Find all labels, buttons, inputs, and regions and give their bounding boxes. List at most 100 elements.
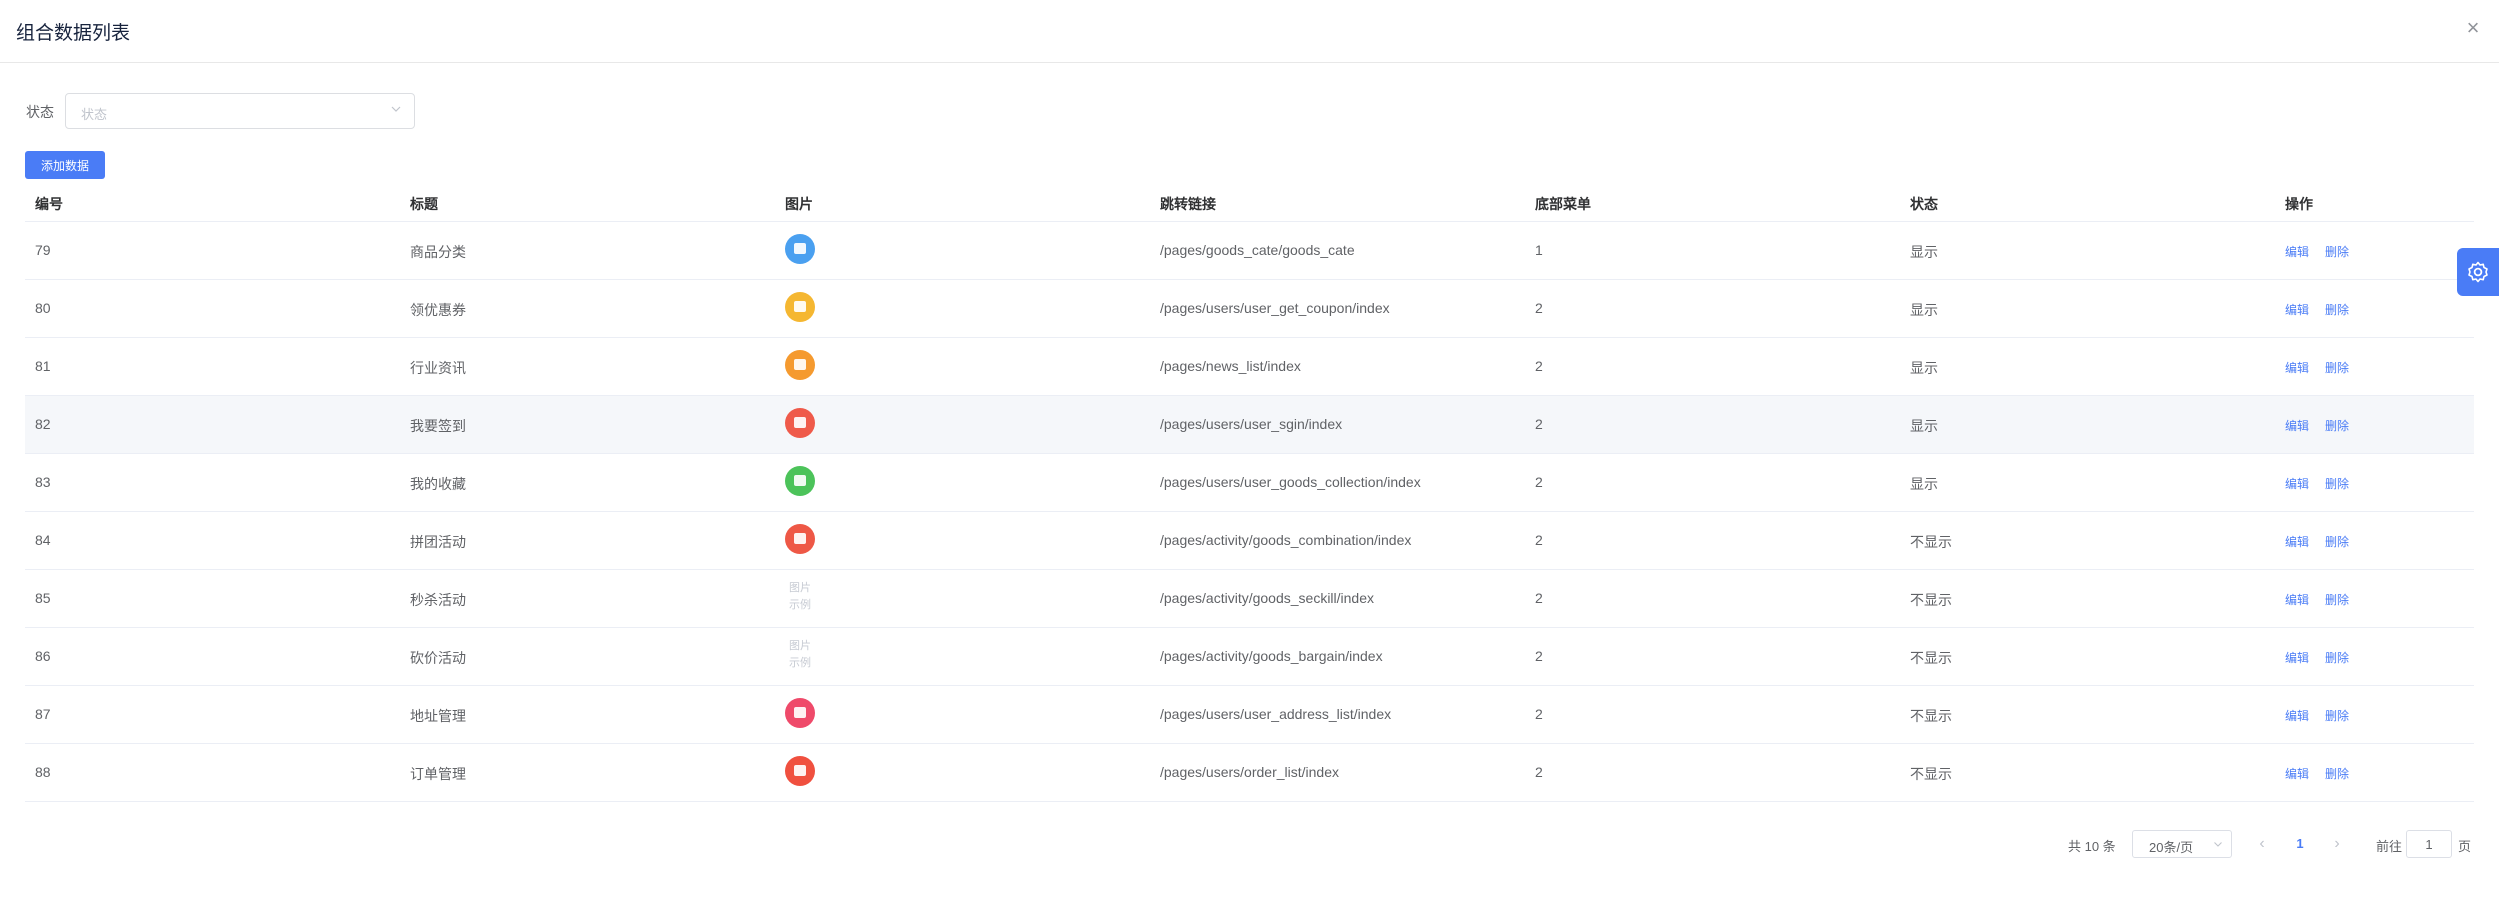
table-body: 79 商品分类/pages/goods_cate/goods_cate 1 显示 编辑删… — [25, 222, 2474, 802]
image-placeholder-icon: 图片 示例 — [789, 640, 811, 669]
prev-page-button[interactable]: ‹ — [2248, 830, 2276, 858]
row-bottom-menu: 2 — [1535, 300, 1543, 316]
row-link: /pages/activity/goods_bargain/index — [1160, 648, 1383, 664]
page-size-value: 20条/页 — [2149, 840, 2194, 855]
row-id: 84 — [35, 532, 51, 548]
edit-link[interactable]: 编辑 — [2285, 245, 2309, 259]
row-bottom-menu: 2 — [1535, 474, 1543, 490]
row-bottom-menu: 2 — [1535, 532, 1543, 548]
row-actions: 编辑 删除 — [2285, 649, 2365, 666]
gear-icon — [2468, 261, 2488, 283]
header-id: 编号 — [35, 196, 63, 212]
delete-link[interactable]: 删除 — [2325, 303, 2349, 317]
row-link: /pages/users/user_sgin/index — [1160, 416, 1343, 432]
header-title: 标题 — [410, 196, 438, 212]
row-id: 86 — [35, 648, 51, 664]
delete-link[interactable]: 删除 — [2325, 651, 2349, 665]
row-id: 79 — [35, 242, 51, 258]
table-row: 86 砍价活动 图片 示例/pages/activity/goods_bargain… — [25, 628, 2474, 686]
settings-float-button[interactable] — [2457, 248, 2499, 296]
row-actions: 编辑 删除 — [2285, 533, 2365, 550]
table-header: 编号 标题 图片 跳转链接 底部菜单 状态 操作 — [25, 184, 2474, 222]
goto-prefix: 前往 — [2376, 839, 2403, 854]
row-status: 显示 — [1910, 476, 1938, 492]
page-size-select[interactable]: 20条/页 — [2132, 830, 2232, 858]
row-title: 订单管理 — [410, 766, 466, 782]
table-row: 81 行业资讯/pages/news_list/index 2 显示 编辑 删除 — [25, 338, 2474, 396]
delete-link[interactable]: 删除 — [2325, 767, 2349, 781]
shop-icon — [785, 234, 815, 264]
page-number-1[interactable]: 1 — [2286, 830, 2314, 858]
row-actions: 编辑 删除 — [2285, 417, 2365, 434]
row-link: /pages/users/order_list/index — [1160, 764, 1339, 780]
delete-link[interactable]: 删除 — [2325, 709, 2349, 723]
edit-link[interactable]: 编辑 — [2285, 419, 2309, 433]
table-row: 87 地址管理/pages/users/user_address_list/ind… — [25, 686, 2474, 744]
row-status: 不显示 — [1910, 708, 1952, 724]
location-icon — [785, 698, 815, 728]
row-bottom-menu: 2 — [1535, 358, 1543, 374]
delete-link[interactable]: 删除 — [2325, 593, 2349, 607]
goto-page-input[interactable] — [2406, 830, 2452, 858]
row-title: 商品分类 — [410, 244, 466, 260]
table-row: 80 领优惠券/pages/users/user_get_coupon/index… — [25, 280, 2474, 338]
row-id: 83 — [35, 474, 51, 490]
row-bottom-menu: 2 — [1535, 648, 1543, 664]
add-data-button[interactable]: 添加数据 — [25, 151, 105, 179]
delete-link[interactable]: 删除 — [2325, 477, 2349, 491]
edit-link[interactable]: 编辑 — [2285, 477, 2309, 491]
row-link: /pages/activity/goods_combination/index — [1160, 532, 1412, 548]
delete-link[interactable]: 删除 — [2325, 535, 2349, 549]
row-actions: 编辑 删除 — [2285, 707, 2365, 724]
row-status: 显示 — [1910, 360, 1938, 376]
edit-link[interactable]: 编辑 — [2285, 535, 2309, 549]
row-bottom-menu: 2 — [1535, 706, 1543, 722]
edit-link[interactable]: 编辑 — [2285, 651, 2309, 665]
row-actions: 编辑 删除 — [2285, 765, 2365, 782]
row-link: /pages/users/user_goods_collection/index — [1160, 474, 1421, 490]
dialog-header: 组合数据列表 × — [0, 0, 2499, 63]
row-actions: 编辑 删除 — [2285, 301, 2365, 318]
edit-link[interactable]: 编辑 — [2285, 767, 2309, 781]
edit-link[interactable]: 编辑 — [2285, 709, 2309, 723]
row-link: /pages/activity/goods_seckill/index — [1160, 590, 1375, 606]
row-title: 我要签到 — [410, 418, 466, 434]
edit-link[interactable]: 编辑 — [2285, 303, 2309, 317]
table-row: 85 秒杀活动 图片 示例/pages/activity/goods_seckill… — [25, 570, 2474, 628]
row-title: 领优惠券 — [410, 302, 466, 318]
header-actions: 操作 — [2285, 196, 2313, 212]
header-link: 跳转链接 — [1160, 196, 1216, 212]
row-id: 80 — [35, 300, 51, 316]
row-status: 显示 — [1910, 418, 1938, 434]
next-page-button[interactable]: › — [2323, 830, 2351, 858]
edit-link[interactable]: 编辑 — [2285, 593, 2309, 607]
row-status: 不显示 — [1910, 650, 1952, 666]
delete-link[interactable]: 删除 — [2325, 419, 2349, 433]
delete-link[interactable]: 删除 — [2325, 361, 2349, 375]
news-icon — [785, 350, 815, 380]
chevron-down-icon — [391, 106, 401, 112]
edit-link[interactable]: 编辑 — [2285, 361, 2309, 375]
row-link: /pages/goods_cate/goods_cate — [1160, 242, 1355, 258]
delete-link[interactable]: 删除 — [2325, 245, 2349, 259]
dialog-title: 组合数据列表 — [16, 23, 131, 44]
row-title: 拼团活动 — [410, 534, 466, 550]
row-link: /pages/users/user_address_list/index — [1160, 706, 1392, 722]
row-status: 显示 — [1910, 244, 1938, 260]
row-bottom-menu: 2 — [1535, 416, 1543, 432]
row-actions: 编辑 删除 — [2285, 243, 2365, 260]
row-id: 85 — [35, 590, 51, 606]
status-select[interactable]: 状态 — [65, 93, 415, 129]
row-title: 行业资讯 — [410, 360, 466, 376]
close-icon[interactable]: × — [2461, 16, 2485, 40]
table-row: 79 商品分类/pages/goods_cate/goods_cate 1 显示 编辑 删… — [25, 222, 2474, 280]
row-status: 显示 — [1910, 302, 1938, 318]
table-row: 84 拼团活动/pages/activity/goods_combination/… — [25, 512, 2474, 570]
row-title: 砍价活动 — [410, 650, 466, 666]
table-row: 82 我要签到/pages/users/user_sgin/index 2 显示 编辑 删… — [25, 396, 2474, 454]
image-placeholder-icon: 图片 示例 — [789, 582, 811, 611]
row-bottom-menu: 2 — [1535, 764, 1543, 780]
data-table: 编号 标题 图片 跳转链接 底部菜单 状态 操作 79 商品分类/pages/goods_ca… — [25, 184, 2474, 802]
chevron-down-icon — [2214, 842, 2222, 847]
row-bottom-menu: 2 — [1535, 590, 1543, 606]
